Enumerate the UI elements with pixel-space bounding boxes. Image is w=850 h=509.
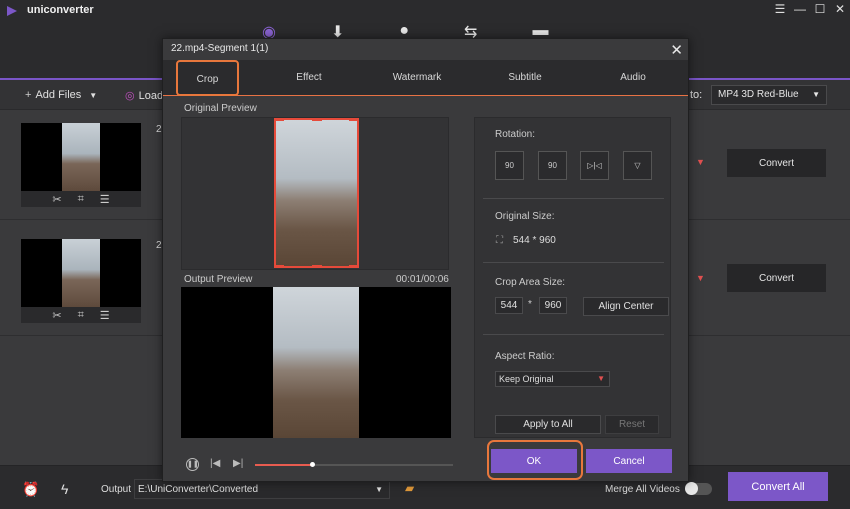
crop-icon[interactable]: ⌗: [78, 193, 84, 206]
output-path-value: E:\UniConverter\Converted: [138, 484, 259, 495]
seek-bar[interactable]: [255, 462, 453, 467]
ok-button[interactable]: OK: [491, 449, 577, 473]
chevron-down-icon: ▼: [597, 374, 605, 383]
close-window-icon[interactable]: ✕: [834, 2, 846, 16]
previous-frame-icon[interactable]: |◀: [210, 458, 220, 469]
output-preview-label: Output Preview: [184, 274, 253, 285]
rotation-label: Rotation:: [495, 129, 536, 140]
crop-settings-panel: Rotation: 90 90 ▷|◁ ▽ Original Size: ⛶ 5…: [474, 117, 671, 438]
file-name: 2: [156, 124, 162, 135]
effects-icon[interactable]: ☰: [100, 193, 110, 206]
pause-icon[interactable]: ❚❚: [186, 458, 199, 471]
video-thumbnail[interactable]: [21, 123, 141, 191]
crop-handle[interactable]: [274, 265, 284, 268]
effects-icon[interactable]: ☰: [100, 309, 110, 322]
thumb-tools: ✂ ⌗ ☰: [21, 191, 141, 207]
crop-times-sign: *: [528, 299, 532, 310]
crop-width-input[interactable]: [495, 297, 523, 314]
original-size-value: 544 * 960: [513, 235, 556, 246]
divider: [483, 262, 664, 263]
alarm-clock-icon[interactable]: ⏰: [22, 481, 39, 498]
crop-dialog: 22.mp4-Segment 1(1) ✕ Crop Effect Waterm…: [162, 38, 689, 482]
chevron-down-icon: ▼: [375, 485, 383, 494]
folder-icon[interactable]: ▰: [405, 481, 414, 495]
minimize-icon[interactable]: —: [794, 2, 806, 16]
seek-fill: [255, 464, 313, 466]
chevron-down-icon[interactable]: ▼: [696, 273, 705, 283]
divider: [483, 198, 664, 199]
crop-icon[interactable]: ⌗: [78, 309, 84, 322]
crop-handle[interactable]: [349, 265, 359, 268]
reset-button[interactable]: Reset: [605, 415, 659, 434]
load-label: Load: [138, 90, 164, 102]
align-center-button[interactable]: Align Center: [583, 297, 669, 316]
tab-audio[interactable]: Audio: [587, 60, 679, 95]
trim-icon[interactable]: ✂: [52, 193, 61, 206]
plus-icon: +: [25, 89, 32, 101]
seek-knob[interactable]: [310, 462, 316, 467]
tab-watermark[interactable]: Watermark: [371, 60, 463, 95]
tab-effect[interactable]: Effect: [263, 60, 355, 95]
cancel-button[interactable]: Cancel: [586, 449, 672, 473]
format-select[interactable]: MP4 3D Red-Blue ▼: [711, 85, 827, 105]
file-name: 2: [156, 240, 162, 251]
merge-label: Merge All Videos: [605, 484, 680, 495]
thumb-tools: ✂ ⌗ ☰: [21, 307, 141, 323]
aspect-ratio-value: Keep Original: [499, 374, 554, 384]
crop-handle[interactable]: [349, 118, 359, 121]
aspect-ratio-select[interactable]: Keep Original ▼: [495, 371, 610, 387]
original-preview-label: Original Preview: [184, 103, 257, 114]
maximize-icon[interactable]: ☐: [814, 2, 826, 16]
size-icon: ⛶: [496, 235, 503, 246]
output-path-select[interactable]: E:\UniConverter\Converted ▼: [134, 479, 390, 499]
dialog-tabs: Crop Effect Watermark Subtitle Audio: [163, 60, 688, 96]
convert-button[interactable]: Convert: [727, 149, 826, 177]
add-files-button[interactable]: + Add Files ▼: [25, 89, 97, 101]
flip-vertical-button[interactable]: ▽: [623, 151, 652, 180]
toggle-knob: [685, 482, 698, 495]
convert-button[interactable]: Convert: [727, 264, 826, 292]
time-readout: 00:01/00:06: [396, 274, 449, 285]
load-icon: ◎: [125, 90, 135, 102]
app-logo-icon: [7, 6, 17, 16]
crop-frame[interactable]: [274, 118, 359, 268]
rotate-left-button[interactable]: 90: [495, 151, 524, 180]
close-icon[interactable]: ✕: [670, 41, 683, 59]
tab-crop[interactable]: Crop: [176, 60, 239, 96]
load-button[interactable]: ◎ Load: [125, 89, 163, 102]
rotate-right-button[interactable]: 90: [538, 151, 567, 180]
format-value: MP4 3D Red-Blue: [718, 89, 799, 100]
output-preview: [181, 287, 451, 438]
crop-handle[interactable]: [312, 118, 322, 121]
crop-handle[interactable]: [312, 265, 322, 268]
chevron-down-icon[interactable]: ▼: [89, 91, 97, 100]
window-controls: ☰ — ☐ ✕: [774, 2, 846, 16]
tab-subtitle[interactable]: Subtitle: [479, 60, 571, 95]
original-size-label: Original Size:: [495, 211, 555, 222]
chevron-down-icon[interactable]: ▼: [696, 157, 705, 167]
chevron-down-icon: ▼: [812, 90, 820, 99]
convert-to-label: to:: [690, 89, 703, 101]
dialog-title: 22.mp4-Segment 1(1): [171, 43, 269, 54]
app-name: uniconverter: [27, 4, 94, 16]
add-files-label: Add Files: [35, 89, 82, 101]
output-frame: [273, 287, 359, 438]
video-thumbnail[interactable]: [21, 239, 141, 307]
lightning-icon[interactable]: ϟ: [61, 481, 68, 497]
crop-handle[interactable]: [274, 118, 284, 121]
crop-area-label: Crop Area Size:: [495, 277, 566, 288]
apply-to-all-button[interactable]: Apply to All: [495, 415, 601, 434]
menu-icon[interactable]: ☰: [774, 2, 786, 16]
convert-all-button[interactable]: Convert All: [728, 472, 828, 501]
next-frame-icon[interactable]: ▶|: [233, 458, 243, 469]
divider: [483, 334, 664, 335]
crop-height-input[interactable]: [539, 297, 567, 314]
trim-icon[interactable]: ✂: [52, 309, 61, 322]
flip-horizontal-button[interactable]: ▷|◁: [580, 151, 609, 180]
output-label: Output: [101, 484, 132, 495]
aspect-ratio-label: Aspect Ratio:: [495, 351, 555, 362]
merge-toggle[interactable]: [685, 482, 712, 495]
